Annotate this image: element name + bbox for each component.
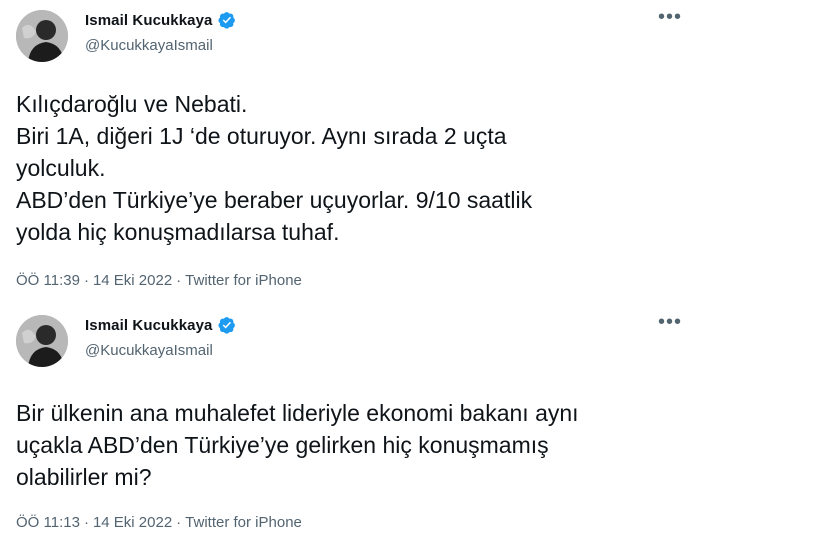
tweet-time[interactable]: ÖÖ 11:39	[16, 272, 80, 289]
author-name-row[interactable]: Ismail Kucukkaya	[85, 11, 236, 29]
verified-badge-icon	[217, 11, 236, 29]
tweet-text: Bir ülkenin ana muhalefet lideriyle ekon…	[16, 397, 579, 493]
tweet-text-line: uçakla ABD’den Türkiye’ye gelirken hiç k…	[16, 432, 549, 458]
avatar[interactable]	[16, 10, 68, 62]
tweet-meta: ÖÖ 11:39 · 14 Eki 2022 · Twitter for iPhone	[16, 272, 302, 289]
more-options-icon[interactable]: •••	[658, 7, 682, 27]
tweet-text-line: ABD’den Türkiye’ye beraber uçuyorlar. 9/…	[16, 187, 533, 213]
author-handle[interactable]: @KucukkayaIsmail	[85, 37, 213, 54]
tweet-source[interactable]: Twitter for iPhone	[185, 514, 302, 531]
tweet-text-line: yolda hiç konuşmadılarsa tuhaf.	[16, 219, 340, 245]
tweet-text-line: Bir ülkenin ana muhalefet lideriyle ekon…	[16, 400, 579, 426]
meta-separator: ·	[176, 272, 182, 289]
tweet-text: Kılıçdaroğlu ve Nebati. Biri 1A, diğeri …	[16, 88, 532, 248]
tweet-text-line: Kılıçdaroğlu ve Nebati.	[16, 91, 248, 117]
tweet-time[interactable]: ÖÖ 11:13	[16, 514, 80, 531]
tweet[interactable]: Ismail Kucukkaya @KucukkayaIsmail ••• Kı…	[0, 0, 840, 300]
meta-separator: ·	[83, 514, 89, 531]
tweet-source[interactable]: Twitter for iPhone	[185, 272, 302, 289]
author-name-row[interactable]: Ismail Kucukkaya	[85, 316, 236, 334]
meta-separator: ·	[176, 514, 182, 531]
author-display-name[interactable]: Ismail Kucukkaya	[85, 317, 213, 334]
tweet-date[interactable]: 14 Eki 2022	[93, 272, 172, 289]
tweet-text-line: yolculuk.	[16, 155, 106, 181]
more-options-icon[interactable]: •••	[658, 312, 682, 332]
tweet-date[interactable]: 14 Eki 2022	[93, 514, 172, 531]
tweet-text-line: Biri 1A, diğeri 1J ‘de oturuyor. Aynı sı…	[16, 123, 507, 149]
author-display-name[interactable]: Ismail Kucukkaya	[85, 12, 213, 29]
tweet-text-line: olabilirler mi?	[16, 464, 152, 490]
verified-badge-icon	[217, 316, 236, 334]
author-handle[interactable]: @KucukkayaIsmail	[85, 342, 213, 359]
tweet-meta: ÖÖ 11:13 · 14 Eki 2022 · Twitter for iPhone	[16, 514, 302, 531]
tweet[interactable]: Ismail Kucukkaya @KucukkayaIsmail ••• Bi…	[0, 305, 840, 552]
avatar[interactable]	[16, 315, 68, 367]
meta-separator: ·	[83, 272, 89, 289]
